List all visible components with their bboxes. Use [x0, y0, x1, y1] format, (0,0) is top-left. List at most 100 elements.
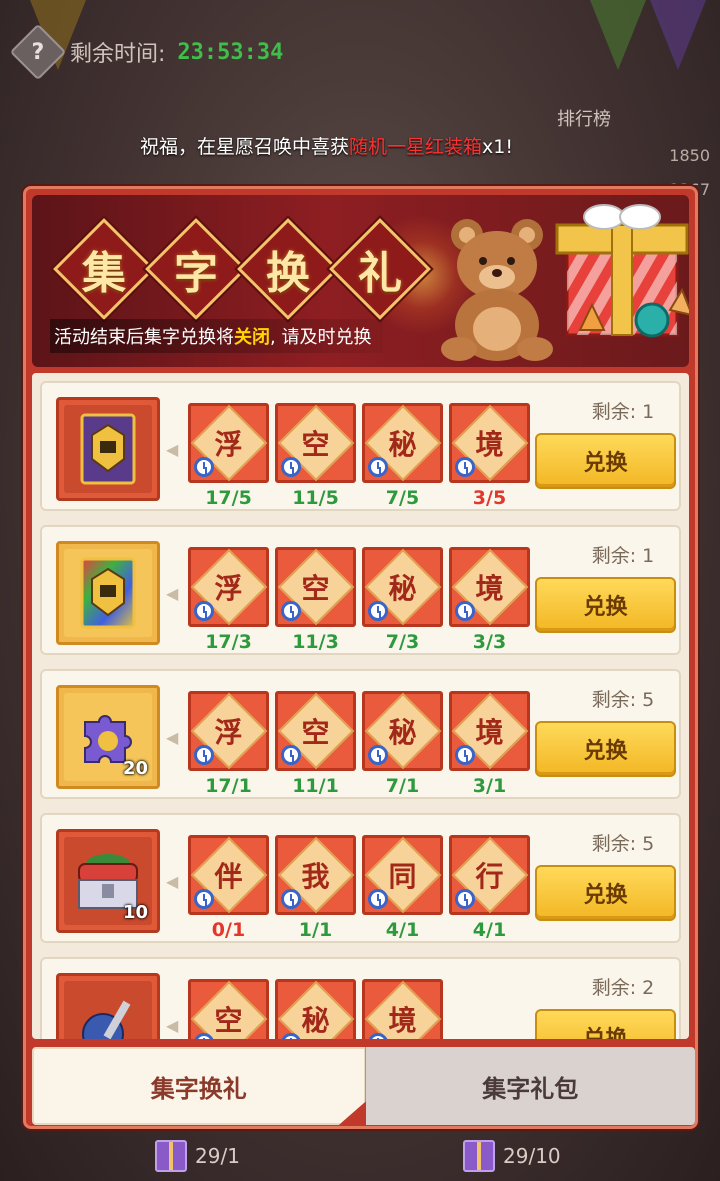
char-tile[interactable]: 空 — [275, 403, 356, 483]
clock-icon — [455, 601, 475, 621]
exchange-row: 20 ◀ 浮 17/1 空 11/1 秘 7/1 境 3/1 剩余: 5 兑换 — [40, 669, 681, 799]
char-count: 7/5 — [385, 487, 420, 509]
char-tile[interactable]: 境 — [362, 979, 443, 1039]
clock-icon — [368, 1033, 388, 1039]
bottom-stat-right: 29/10 — [463, 1140, 561, 1172]
remaining-count: 剩余: 2 — [591, 977, 655, 999]
char-count: 7/3 — [385, 631, 420, 653]
exchange-button[interactable]: 兑换 — [535, 1009, 676, 1039]
reward-slot[interactable]: 20 — [56, 685, 160, 789]
ranking-label[interactable]: 排行榜 — [557, 105, 611, 131]
exchange-button[interactable]: 兑换 — [535, 577, 676, 633]
separator-arrow: ◀ — [166, 728, 179, 747]
puzzle-piece-icon: 20 — [64, 693, 152, 781]
remaining-count: 剩余: 5 — [591, 689, 655, 711]
char-tile[interactable]: 秘 — [275, 979, 356, 1039]
marquee-prefix: 祝福，在星愿召唤中喜获 — [140, 136, 350, 158]
timer-label: 剩余时间: — [70, 42, 166, 67]
banner-title: 集 字 换 礼 — [58, 223, 426, 315]
title-char: 集 — [58, 223, 150, 315]
stat-value: 29/1 — [195, 1144, 240, 1168]
banner-notice: 活动结束后集字兑换将关闭, 请及时兑换 — [50, 319, 384, 353]
separator-arrow: ◀ — [166, 872, 179, 891]
marquee-suffix: x1! — [482, 136, 513, 158]
separator-arrow: ◀ — [166, 440, 179, 459]
char-count: 7/1 — [385, 775, 420, 797]
char-count: 0/1 — [211, 919, 246, 941]
char-tile[interactable]: 同 — [362, 835, 443, 915]
clock-icon — [455, 457, 475, 477]
title-char: 换 — [242, 223, 334, 315]
pennant-flag — [590, 0, 646, 70]
char-tile[interactable]: 空 — [275, 547, 356, 627]
clock-icon — [368, 601, 388, 621]
exchange-row: ◀ 浮 17/3 空 11/3 秘 7/3 境 3/3 剩余: 1 兑换 — [40, 525, 681, 655]
gift-icon — [155, 1140, 187, 1172]
exchange-row: 10 ◀ 伴 0/1 我 1/1 同 4/1 行 4/1 剩余: 5 兑换 — [40, 813, 681, 943]
char-tile[interactable]: 浮 — [188, 403, 269, 483]
pennant-flag — [650, 0, 706, 70]
treasure-chest-icon: 10 — [64, 837, 152, 925]
char-tile[interactable]: 秘 — [362, 691, 443, 771]
reward-slot[interactable] — [56, 541, 160, 645]
required-chars: 浮 17/1 空 11/1 秘 7/1 境 3/1 — [188, 691, 530, 797]
required-chars: 伴 0/1 我 1/1 同 4/1 行 4/1 — [188, 835, 530, 941]
clock-icon — [281, 745, 301, 765]
exchange-row: ◀ 浮 17/5 空 11/5 秘 7/5 境 3/5 剩余: 1 兑换 — [40, 381, 681, 511]
char-tile[interactable]: 境 — [449, 403, 530, 483]
clock-icon — [368, 457, 388, 477]
timer-value: 23:53:34 — [177, 39, 284, 65]
reward-slot[interactable] — [56, 973, 160, 1039]
char-tile[interactable]: 我 — [275, 835, 356, 915]
char-tile[interactable]: 浮 — [188, 691, 269, 771]
exchange-button[interactable]: 兑换 — [535, 433, 676, 489]
reward-quantity: 20 — [122, 758, 148, 779]
exchange-button[interactable]: 兑换 — [535, 721, 676, 777]
separator-arrow: ◀ — [166, 1016, 179, 1035]
remaining-count: 剩余: 1 — [591, 401, 655, 423]
char-tile[interactable]: 境 — [449, 691, 530, 771]
char-tile[interactable]: 秘 — [362, 547, 443, 627]
reward-slot[interactable] — [56, 397, 160, 501]
char-tile[interactable]: 空 — [188, 979, 269, 1039]
char-count: 17/3 — [205, 631, 252, 653]
clock-icon — [455, 889, 475, 909]
char-count: 11/5 — [292, 487, 339, 509]
help-icon[interactable]: ? — [9, 23, 67, 81]
char-tile[interactable]: 境 — [449, 547, 530, 627]
char-tile[interactable]: 空 — [275, 691, 356, 771]
char-tile[interactable]: 秘 — [362, 403, 443, 483]
char-count: 17/1 — [205, 775, 252, 797]
char-tile[interactable]: 浮 — [188, 547, 269, 627]
required-chars: 浮 17/5 空 11/5 秘 7/5 境 3/5 — [188, 403, 530, 509]
clock-icon — [455, 745, 475, 765]
char-tile[interactable]: 行 — [449, 835, 530, 915]
required-chars: 空 秘 境 — [188, 979, 443, 1039]
exchange-button[interactable]: 兑换 — [535, 865, 676, 921]
char-tile[interactable]: 伴 — [188, 835, 269, 915]
char-count: 3/1 — [472, 775, 507, 797]
exchange-panel: 集 字 换 礼 活动结束后集字兑换将关闭, 请及时兑换 ◀ 浮 17/5 空 1… — [23, 186, 698, 1129]
title-char: 字 — [150, 223, 242, 315]
char-count: 4/1 — [472, 919, 507, 941]
clock-icon — [194, 601, 214, 621]
clock-icon — [281, 889, 301, 909]
teddy-bear-icon — [441, 219, 553, 361]
clock-icon — [194, 457, 214, 477]
remaining-count: 剩余: 5 — [591, 833, 655, 855]
gift-icon — [463, 1140, 495, 1172]
reward-slot[interactable]: 10 — [56, 829, 160, 933]
ranking-value: 1850 — [669, 146, 710, 165]
char-count: 3/5 — [472, 487, 507, 509]
tab-char-exchange[interactable]: 集字换礼 — [32, 1047, 366, 1125]
char-count: 11/3 — [292, 631, 339, 653]
char-count: 4/1 — [385, 919, 420, 941]
remaining-count: 剩余: 1 — [591, 545, 655, 567]
exchange-list[interactable]: ◀ 浮 17/5 空 11/5 秘 7/5 境 3/5 剩余: 1 兑换 ◀ 浮… — [32, 373, 689, 1039]
tab-char-gift-pack[interactable]: 集字礼包 — [365, 1047, 695, 1125]
gold-hero-card-icon — [64, 405, 152, 493]
reward-quantity: 10 — [122, 902, 148, 923]
clock-icon — [281, 601, 301, 621]
timer-row: ? 剩余时间: 23:53:34 — [9, 23, 284, 81]
clock-icon — [368, 889, 388, 909]
